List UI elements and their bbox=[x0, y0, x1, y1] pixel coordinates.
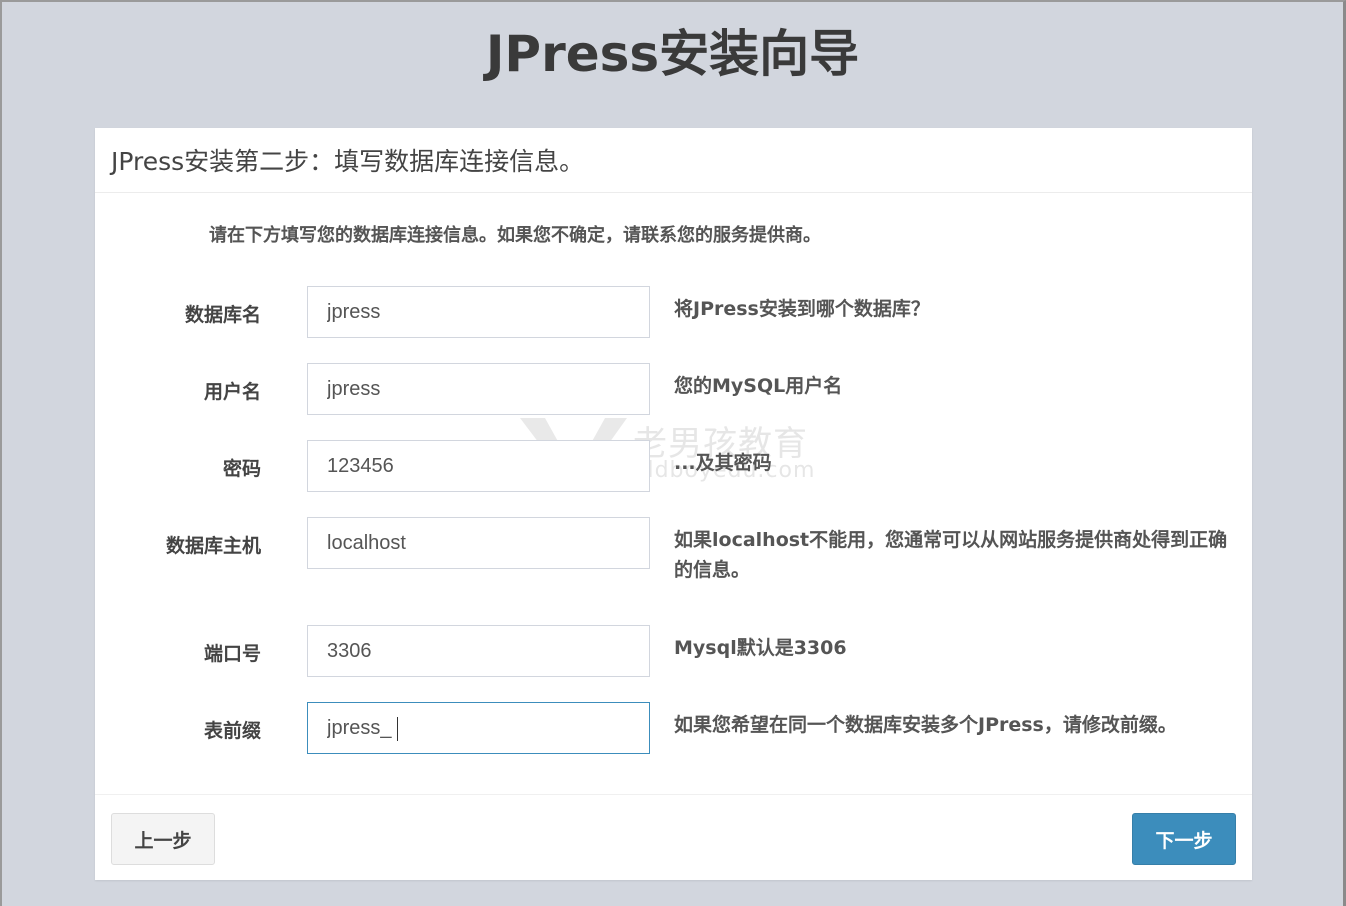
panel-header: JPress安装第二步：填写数据库连接信息。 bbox=[95, 128, 1252, 193]
dbname-help: 将JPress安装到哪个数据库？ bbox=[674, 298, 930, 320]
port-label: 端口号 bbox=[203, 643, 261, 665]
prefix-label: 表前缀 bbox=[203, 720, 261, 742]
intro-text: 请在下方填写您的数据库连接信息。如果您不确定，请联系您的服务提供商。 bbox=[209, 225, 821, 246]
username-label: 用户名 bbox=[203, 381, 261, 403]
prefix-help: 如果您希望在同一个数据库安装多个JPress，请修改前缀。 bbox=[674, 714, 1177, 736]
username-help: 您的MySQL用户名 bbox=[674, 375, 843, 397]
password-help: ...及其密码 bbox=[674, 452, 772, 474]
prev-step-button[interactable]: 上一步 bbox=[111, 813, 215, 865]
prefix-input[interactable] bbox=[307, 702, 650, 754]
port-input[interactable] bbox=[307, 625, 650, 677]
text-cursor bbox=[397, 717, 398, 741]
next-step-button[interactable]: 下一步 bbox=[1132, 813, 1236, 865]
dbhost-input[interactable] bbox=[307, 517, 650, 569]
password-label: 密码 bbox=[222, 458, 261, 480]
dbhost-help: 如果localhost不能用，您通常可以从网站服务提供商处得到正确的信息。 bbox=[674, 529, 1228, 581]
dbhost-label: 数据库主机 bbox=[165, 535, 261, 557]
step-title: JPress安装第二步：填写数据库连接信息。 bbox=[111, 147, 585, 176]
install-panel: JPress安装第二步：填写数据库连接信息。 请在下方填写您的数据库连接信息。如… bbox=[95, 128, 1252, 880]
page-title: JPress安装向导 bbox=[485, 25, 860, 83]
password-input[interactable] bbox=[307, 440, 650, 492]
panel-footer: 上一步 下一步 bbox=[95, 794, 1252, 881]
dbname-input[interactable] bbox=[307, 286, 650, 338]
dbname-label: 数据库名 bbox=[184, 304, 261, 326]
username-input[interactable] bbox=[307, 363, 650, 415]
port-help: Mysql默认是3306 bbox=[674, 637, 847, 659]
